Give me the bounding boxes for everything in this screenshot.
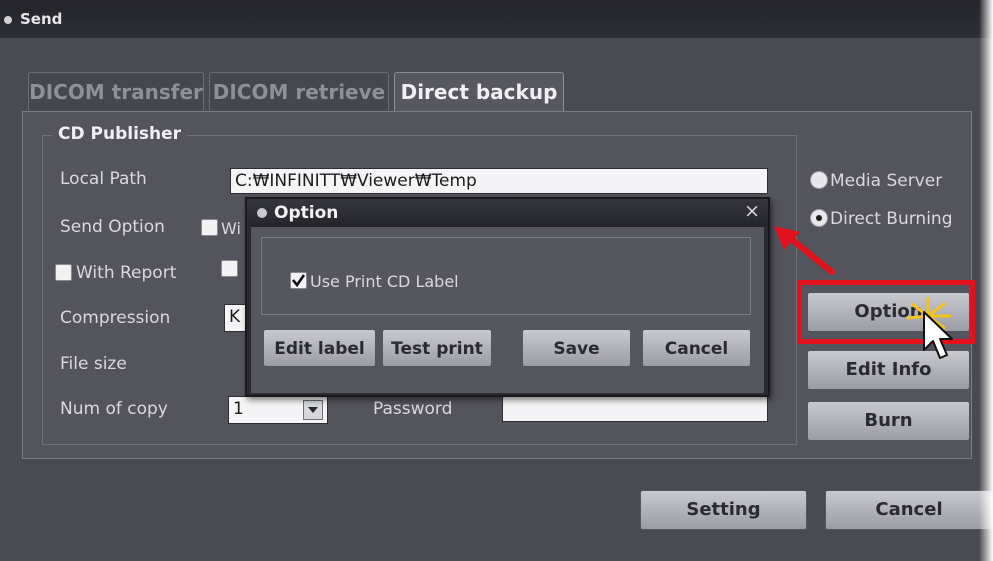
option-dialog: Option × Use Print CD Label Edit label T… <box>245 197 770 397</box>
dialog-body: Use Print CD Label Edit label Test print… <box>251 227 764 393</box>
burn-button[interactable]: Burn <box>807 401 970 441</box>
password-label: Password <box>373 399 453 419</box>
media-server-radio[interactable] <box>810 171 828 189</box>
setting-label: Setting <box>686 499 761 520</box>
tab-dicom-transfer[interactable]: DICOM transfer <box>28 72 204 110</box>
file-size-label: File size <box>60 354 127 374</box>
with-report-checkbox[interactable] <box>55 264 72 281</box>
send-option-label: Send Option <box>60 217 165 237</box>
save-button[interactable]: Save <box>522 329 631 367</box>
direct-burning-label: Direct Burning <box>830 209 953 229</box>
password-field[interactable] <box>502 396 768 422</box>
dialog-options-group: Use Print CD Label <box>261 237 751 315</box>
dialog-icon <box>257 208 267 218</box>
arrow-icon <box>774 226 835 275</box>
cancel-button[interactable]: Cancel <box>825 490 993 530</box>
test-print-button[interactable]: Test print <box>382 329 492 367</box>
tab-dicom-retrieve[interactable]: DICOM retrieve <box>209 72 389 110</box>
local-path-label: Local Path <box>60 169 147 189</box>
num-copy-value: 1 <box>233 399 244 419</box>
dialog-title-bar: Option × <box>247 199 768 227</box>
num-copy-label: Num of copy <box>60 399 168 419</box>
compression-label: Compression <box>60 308 171 328</box>
dialog-cancel-button[interactable]: Cancel <box>642 329 751 367</box>
title-bar: Send <box>0 0 993 38</box>
mouse-cursor-icon <box>923 311 953 359</box>
send-option-check-label: Wi <box>221 219 241 238</box>
tab-direct-backup[interactable]: Direct backup <box>394 72 564 113</box>
screenshot-edge-shadow <box>979 0 993 561</box>
window-icon <box>4 16 12 24</box>
close-icon[interactable]: × <box>744 200 760 222</box>
chevron-down-icon[interactable] <box>303 400 323 420</box>
with-report-label: With Report <box>76 263 177 283</box>
second-option-checkbox[interactable] <box>221 260 238 277</box>
window-title: Send <box>20 10 63 28</box>
send-option-checkbox[interactable] <box>201 219 218 236</box>
cd-publisher-title: CD Publisher <box>52 124 188 144</box>
dialog-title: Option <box>274 203 339 223</box>
checkmark-icon <box>291 274 306 288</box>
media-server-label: Media Server <box>830 171 943 191</box>
local-path-field[interactable]: C:₩INFINITT₩Viewer₩Temp <box>230 168 768 194</box>
use-print-label: Use Print CD Label <box>310 272 459 291</box>
setting-button[interactable]: Setting <box>640 490 807 530</box>
num-copy-select[interactable]: 1 <box>228 396 328 424</box>
edit-label-button[interactable]: Edit label <box>263 329 376 367</box>
send-window: Send DICOM transfer DICOM retrieve Direc… <box>0 0 993 561</box>
use-print-checkbox[interactable] <box>290 272 307 289</box>
